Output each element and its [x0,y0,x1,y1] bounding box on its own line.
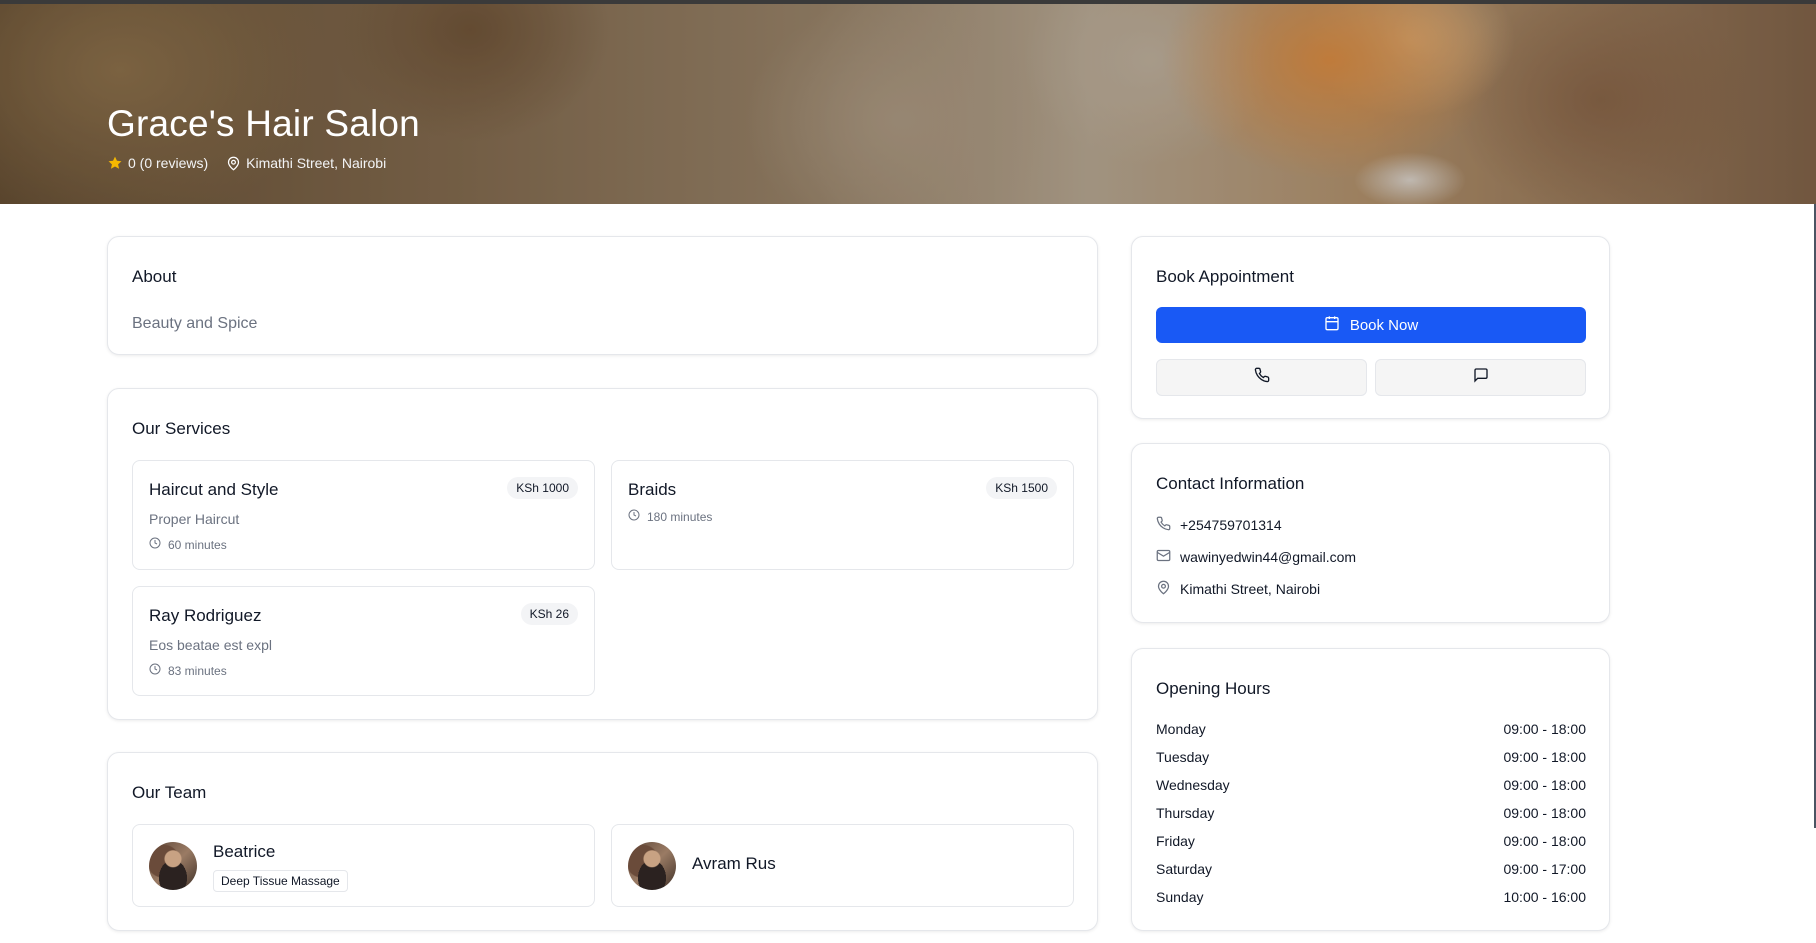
service-duration: 83 minutes [149,663,227,678]
services-title: Our Services [132,419,231,438]
member-name: Beatrice [213,842,276,861]
contact-address: Kimathi Street, Nairobi [1156,580,1320,598]
hours-title: Opening Hours [1156,679,1271,698]
contact-email[interactable]: wawinyedwin44@gmail.com [1156,548,1356,566]
avatar [149,842,197,890]
hero-content: Grace's Hair Salon 0 (0 reviews) Kimathi… [107,102,420,171]
service-duration: 60 minutes [149,537,227,552]
contact-title: Contact Information [1156,474,1305,493]
hours-row: Tuesday 09:00 - 18:00 [1156,749,1586,765]
message-icon [1473,367,1489,388]
contact-phone[interactable]: +254759701314 [1156,516,1282,534]
hours-row: Wednesday 09:00 - 18:00 [1156,777,1586,793]
day-label: Wednesday [1156,777,1230,793]
specialty-badge: Deep Tissue Massage [213,870,348,892]
time-range: 09:00 - 18:00 [1503,777,1586,793]
address-text: Kimathi Street, Nairobi [1180,581,1321,597]
service-card[interactable]: Haircut and Style KSh 1000 Proper Haircu… [132,460,595,570]
time-range: 09:00 - 18:00 [1503,805,1586,821]
hours-row: Thursday 09:00 - 18:00 [1156,805,1586,821]
salon-name: Grace's Hair Salon [107,103,420,144]
salon-location: Kimathi Street, Nairobi [226,155,386,171]
service-card[interactable]: Braids KSh 1500 180 minutes [611,460,1074,570]
map-pin-icon [226,156,241,171]
clock-icon [149,537,161,552]
duration-text: 83 minutes [168,663,227,678]
team-member[interactable]: Beatrice Deep Tissue Massage [132,824,595,907]
booking-card: Book Appointment Book Now [1131,236,1610,419]
hours-row: Saturday 09:00 - 17:00 [1156,861,1586,877]
star-icon [107,155,123,171]
map-pin-icon [1156,580,1171,598]
day-label: Friday [1156,833,1195,849]
service-description: Proper Haircut [149,511,240,527]
member-name: Avram Rus [692,854,776,873]
hours-row: Monday 09:00 - 18:00 [1156,721,1586,737]
time-range: 09:00 - 18:00 [1503,833,1586,849]
day-label: Saturday [1156,861,1213,877]
duration-text: 180 minutes [647,509,713,524]
call-button[interactable] [1156,359,1367,396]
service-price: KSh 26 [520,603,578,625]
about-text: Beauty and Spice [132,315,258,332]
day-label: Tuesday [1156,749,1210,765]
day-label: Monday [1156,721,1206,737]
day-label: Sunday [1156,889,1204,905]
service-price: KSh 1000 [507,477,578,499]
team-card: Our Team Beatrice Deep Tissue Massage Av… [107,752,1098,931]
team-member[interactable]: Avram Rus [611,824,1074,907]
phone-icon [1254,367,1270,388]
calendar-icon [1324,315,1340,335]
hours-card: Opening Hours Monday 09:00 - 18:00 Tuesda… [1131,648,1610,931]
top-border [0,0,1816,4]
about-title: About [132,267,177,286]
rating: 0 (0 reviews) [107,155,208,171]
time-range: 09:00 - 18:00 [1503,749,1586,765]
avatar [628,842,676,890]
services-card: Our Services Haircut and Style KSh 1000 … [107,388,1098,720]
time-range: 09:00 - 18:00 [1503,721,1586,737]
salon-meta: 0 (0 reviews) Kimathi Street, Nairobi [107,155,420,171]
service-name: Haircut and Style [149,480,279,499]
service-name: Ray Rodriguez [149,606,262,625]
day-label: Thursday [1156,805,1215,821]
service-duration: 180 minutes [628,509,712,524]
hero-banner: Grace's Hair Salon 0 (0 reviews) Kimathi… [0,0,1816,204]
time-range: 10:00 - 16:00 [1503,889,1586,905]
rating-text: 0 (0 reviews) [128,155,209,171]
duration-text: 60 minutes [168,537,227,552]
mail-icon [1156,548,1171,566]
hours-row: Friday 09:00 - 18:00 [1156,833,1586,849]
contact-card: Contact Information +254759701314 wawiny… [1131,443,1610,623]
service-card[interactable]: Ray Rodriguez KSh 26 Eos beatae est expl… [132,586,595,696]
team-title: Our Team [132,783,207,802]
service-price: KSh 1500 [986,477,1057,499]
location-text: Kimathi Street, Nairobi [246,155,387,171]
clock-icon [628,509,640,524]
phone-text: +254759701314 [1180,517,1282,533]
booking-title: Book Appointment [1156,267,1294,286]
phone-icon [1156,516,1171,534]
book-now-label: Book Now [1349,316,1419,334]
service-name: Braids [628,480,677,499]
service-description: Eos beatae est expl [149,637,272,653]
about-card: About Beauty and Spice [107,236,1098,355]
book-now-button[interactable]: Book Now [1156,307,1586,343]
time-range: 09:00 - 17:00 [1503,861,1586,877]
clock-icon [149,663,161,678]
message-button[interactable] [1375,359,1586,396]
email-text: wawinyedwin44@gmail.com [1180,549,1357,565]
hours-row: Sunday 10:00 - 16:00 [1156,889,1586,905]
